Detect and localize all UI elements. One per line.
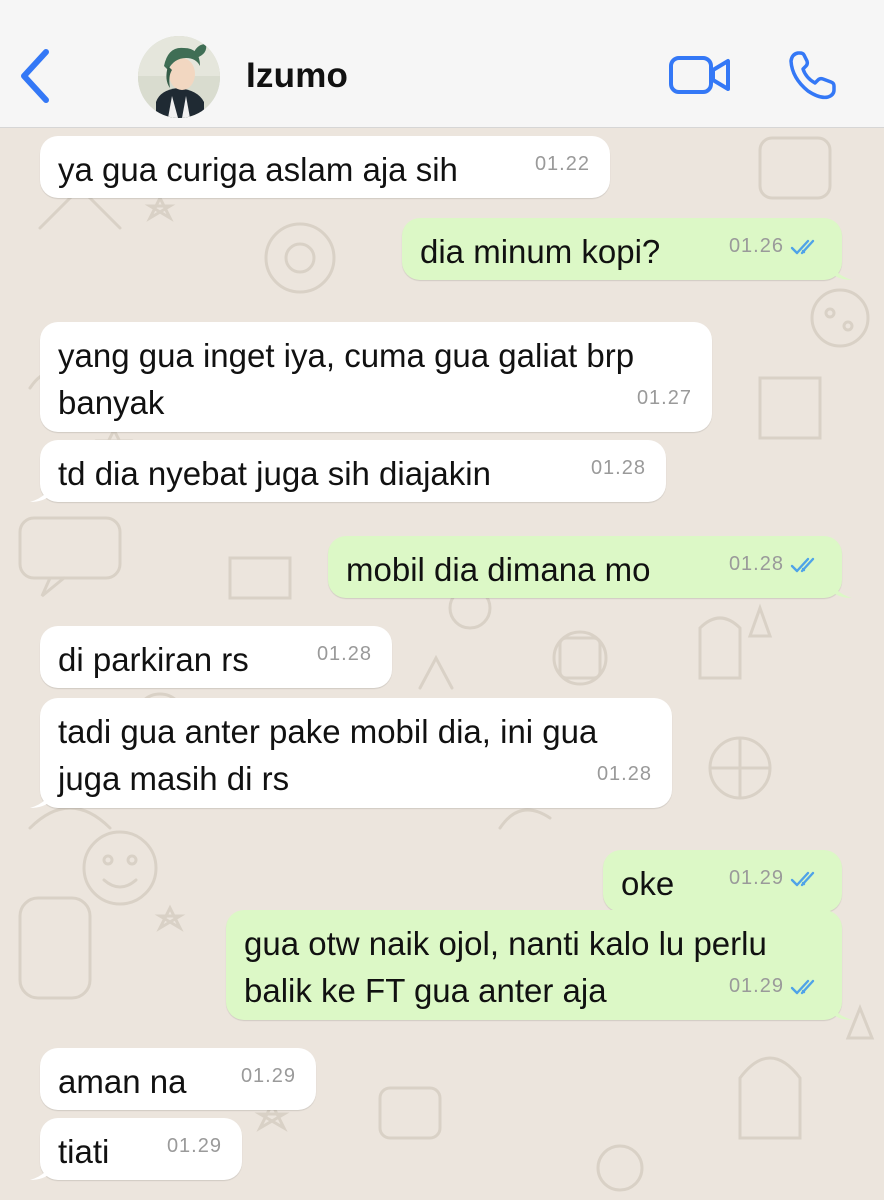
message-text: ya gua curiga aslam aja sih <box>58 151 458 188</box>
bubble-tail <box>830 258 852 280</box>
chevron-left-icon <box>21 49 49 103</box>
message-meta: 01.22 <box>535 141 590 188</box>
outgoing-message-bubble[interactable]: mobil dia dimana mo 01.28 <box>328 536 852 598</box>
read-receipt-icon <box>790 871 815 886</box>
back-button[interactable] <box>14 46 58 106</box>
message-meta: 01.29 <box>729 855 822 902</box>
message-time: 01.29 <box>728 867 784 889</box>
message-time: 01.28 <box>590 457 646 479</box>
bubble-tail <box>30 1158 52 1180</box>
message-meta: 01.28 <box>591 445 646 492</box>
avatar-image <box>138 36 220 118</box>
avatar[interactable] <box>138 36 220 118</box>
incoming-message-bubble[interactable]: tadi gua anter pake mobil dia, ini gua j… <box>30 698 672 808</box>
message-text: td dia nyebat juga sih diajakin <box>58 455 491 492</box>
message-time: 01.22 <box>534 153 590 175</box>
bubble-tail <box>830 576 852 598</box>
message-time: 01.28 <box>316 643 372 665</box>
message-meta: 01.28 <box>317 631 372 678</box>
bubble-tail <box>30 786 52 808</box>
outgoing-message-bubble[interactable]: oke 01.29 <box>603 850 842 912</box>
message-time: 01.29 <box>166 1135 222 1157</box>
voice-call-button[interactable] <box>786 48 840 102</box>
message-time: 01.27 <box>636 387 692 409</box>
message-meta: 01.29 <box>241 1053 296 1100</box>
message-meta: 01.28 <box>597 751 652 798</box>
message-time: 01.29 <box>728 975 784 997</box>
message-text: yang gua inget iya, cuma gua galiat brp … <box>58 337 635 421</box>
phone-icon <box>789 51 836 100</box>
message-time: 01.28 <box>728 553 784 575</box>
message-meta: 01.29 <box>729 963 822 1010</box>
incoming-message-bubble[interactable]: td dia nyebat juga sih diajakin 01.28 <box>30 440 666 502</box>
message-text: tadi gua anter pake mobil dia, ini gua j… <box>58 713 598 797</box>
outgoing-message-bubble[interactable]: gua otw naik ojol, nanti kalo lu perlu b… <box>226 910 852 1020</box>
video-call-button[interactable] <box>668 50 732 100</box>
outgoing-message-bubble[interactable]: dia minum kopi? 01.26 <box>402 218 852 280</box>
incoming-message-bubble[interactable]: di parkiran rs 01.28 <box>40 626 392 688</box>
read-receipt-icon <box>790 557 815 572</box>
video-camera-icon <box>669 56 730 94</box>
bubble-tail <box>830 998 852 1020</box>
incoming-message-bubble[interactable]: yang gua inget iya, cuma gua galiat brp … <box>40 322 712 432</box>
message-time: 01.28 <box>596 763 652 785</box>
message-time: 01.29 <box>240 1065 296 1087</box>
contact-name[interactable]: Izumo <box>246 56 348 96</box>
message-meta: 01.27 <box>637 375 692 422</box>
incoming-message-bubble[interactable]: tiati 01.29 <box>30 1118 242 1180</box>
message-list[interactable]: ya gua curiga aslam aja sih 01.22 dia minu… <box>0 128 884 1200</box>
message-meta: 01.29 <box>167 1123 222 1170</box>
bubble-tail <box>30 480 52 502</box>
read-receipt-icon <box>790 239 815 254</box>
read-receipt-icon <box>790 979 815 994</box>
message-time: 01.26 <box>728 235 784 257</box>
incoming-message-bubble[interactable]: aman na 01.29 <box>40 1048 316 1110</box>
incoming-message-bubble[interactable]: ya gua curiga aslam aja sih 01.22 <box>40 136 610 198</box>
chat-header: Izumo <box>0 0 884 128</box>
message-meta: 01.28 <box>729 541 822 588</box>
message-meta: 01.26 <box>729 223 822 270</box>
